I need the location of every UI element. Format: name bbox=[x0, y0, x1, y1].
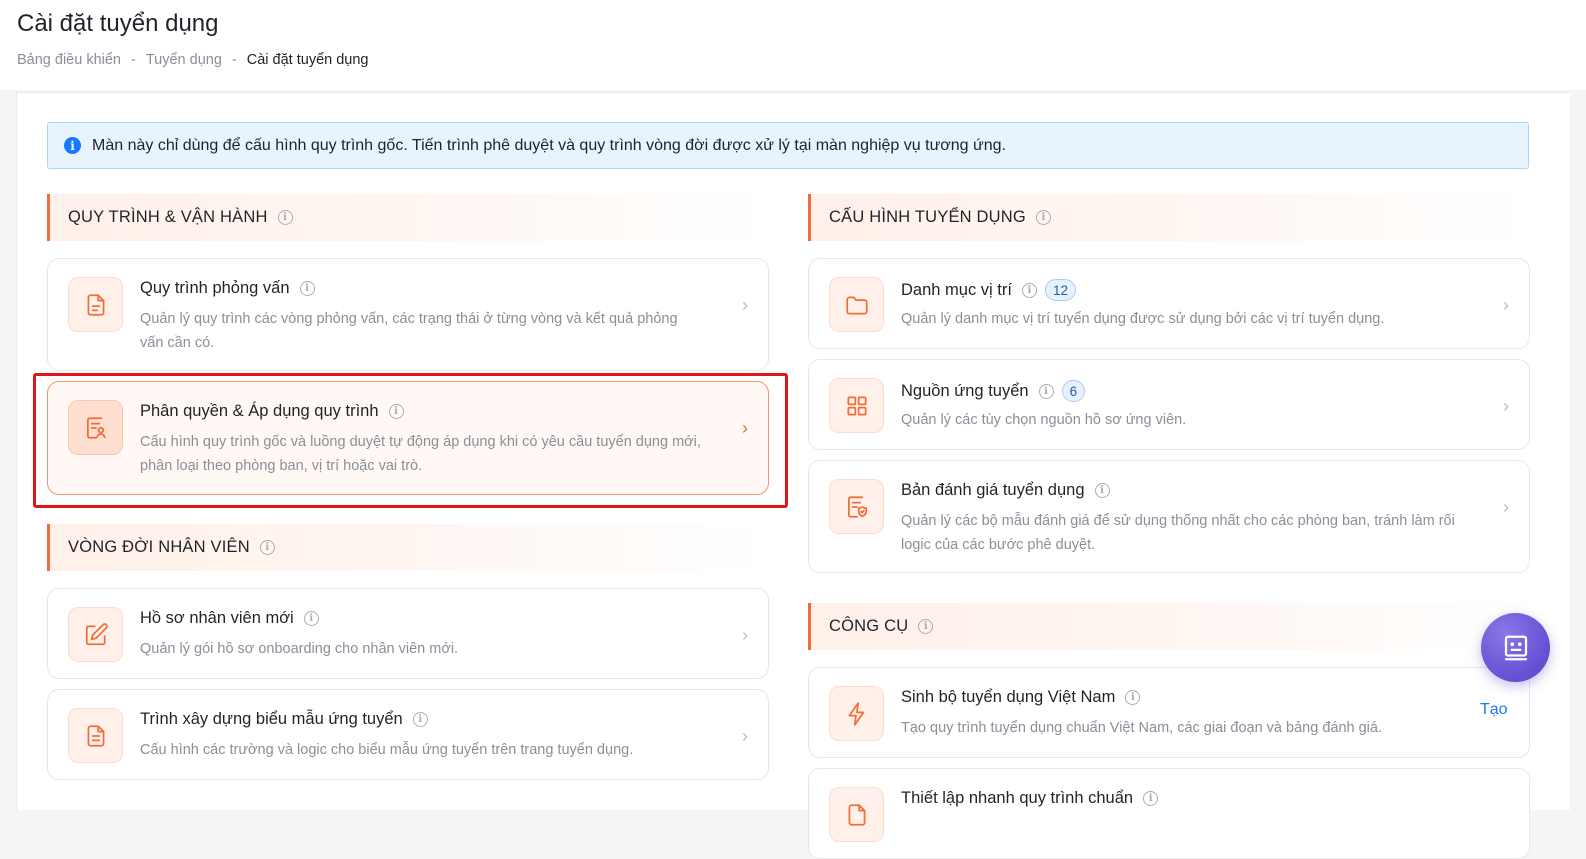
info-circle-icon[interactable]: i bbox=[303, 611, 319, 626]
section-title: QUY TRÌNH & VẬN HÀNH bbox=[68, 208, 268, 226]
card-description-line: phân loại theo phòng ban, vị trí hoặc va… bbox=[140, 458, 423, 474]
card-title-text: Sinh bộ tuyển dụng Việt Nam bbox=[901, 688, 1116, 706]
card-title-text: Danh mục vị trí bbox=[901, 280, 1012, 299]
chevron-right-icon: › bbox=[1503, 396, 1509, 416]
breadcrumb-separator: - bbox=[131, 52, 136, 68]
card-title-text: Thiết lập nhanh quy trình chuẩn bbox=[901, 789, 1134, 807]
info-circle-icon[interactable]: i bbox=[299, 281, 315, 296]
card-title-text: Bản đánh giá tuyển dụng bbox=[901, 481, 1085, 499]
breadcrumb-recruitment[interactable]: Tuyển dụng bbox=[146, 52, 222, 68]
create-button[interactable]: Tạo bbox=[1480, 701, 1508, 719]
breadcrumb: Bảng điều khiển - Tuyển dụng - Cài đặt t… bbox=[17, 52, 368, 68]
edit-icon bbox=[68, 607, 123, 662]
card-title: Sinh bộ tuyển dụng Việt Nam i bbox=[901, 688, 1141, 707]
card-title: Nguồn ứng tuyển i 6 bbox=[901, 380, 1086, 402]
card-position-catalog[interactable]: Danh mục vị trí i 12 Quản lý danh mục vị… bbox=[808, 258, 1530, 349]
info-circle-icon[interactable]: i bbox=[1021, 282, 1037, 298]
card-description-line: Quản lý danh mục vị trí tuyển dụng được … bbox=[901, 311, 1385, 327]
breadcrumb-dashboard[interactable]: Bảng điều khiển bbox=[17, 52, 121, 68]
folder-icon bbox=[829, 277, 884, 332]
chevron-right-icon: › bbox=[742, 295, 748, 315]
document-icon bbox=[829, 787, 884, 842]
section-title: CÔNG CỤ bbox=[829, 617, 909, 635]
chevron-right-icon: › bbox=[1503, 295, 1509, 315]
info-circle-icon[interactable]: i bbox=[259, 540, 275, 555]
section-title: CẤU HÌNH TUYỂN DỤNG bbox=[829, 208, 1026, 226]
card-permission-apply-process[interactable]: Phân quyền & Áp dụng quy trình i Cấu hìn… bbox=[47, 381, 769, 495]
chevron-right-icon: › bbox=[742, 418, 748, 438]
info-circle-icon[interactable]: i bbox=[412, 712, 428, 727]
section-title: VÒNG ĐỜI NHÂN VIÊN bbox=[68, 538, 250, 556]
document-icon bbox=[68, 277, 123, 332]
card-description-line: Cấu hình quy trình gốc và luồng duyệt tự… bbox=[140, 434, 701, 450]
card-description-line: logic của các bước phê duyệt. bbox=[901, 537, 1096, 553]
info-circle-icon[interactable]: i bbox=[1094, 483, 1110, 498]
section-header-tools: CÔNG CỤ i bbox=[808, 603, 1530, 650]
card-interview-process[interactable]: Quy trình phỏng vấn i Quản lý quy trình … bbox=[47, 258, 769, 371]
card-description: Cấu hình quy trình gốc và luồng duyệt tự… bbox=[140, 430, 701, 478]
card-title: Trình xây dựng biểu mẫu ứng tuyển i bbox=[140, 710, 428, 729]
chatbot-fab-button[interactable] bbox=[1481, 613, 1550, 682]
card-title-text: Trình xây dựng biểu mẫu ứng tuyển bbox=[140, 710, 403, 728]
card-description: Quản lý quy trình các vòng phỏng vấn, cá… bbox=[140, 307, 678, 355]
card-description-line: vấn cần có. bbox=[140, 335, 215, 351]
card-vietnam-recruitment-generator[interactable]: Sinh bộ tuyển dụng Việt Nam i Tạo quy tr… bbox=[808, 667, 1530, 758]
section-header-process: QUY TRÌNH & VẬN HÀNH i bbox=[47, 194, 769, 241]
breadcrumb-current: Cài đặt tuyển dụng bbox=[246, 52, 369, 68]
card-quick-setup-process[interactable]: Thiết lập nhanh quy trình chuẩn i bbox=[808, 768, 1530, 859]
robot-icon bbox=[1504, 635, 1527, 660]
info-circle-icon[interactable]: i bbox=[918, 619, 934, 634]
info-icon: i bbox=[64, 137, 81, 154]
card-description-line: Quản lý các bộ mẫu đánh giá để sử dụng t… bbox=[901, 513, 1455, 529]
card-description-line: Tạo quy trình tuyển dụng chuẩn Việt Nam,… bbox=[901, 720, 1382, 736]
form-icon bbox=[68, 708, 123, 763]
chevron-right-icon: › bbox=[1503, 497, 1509, 517]
card-description-line: Quản lý gói hồ sơ onboarding cho nhân vi… bbox=[140, 641, 459, 657]
info-circle-icon[interactable]: i bbox=[1035, 210, 1051, 225]
card-description: Quản lý các bộ mẫu đánh giá để sử dụng t… bbox=[901, 509, 1455, 557]
chevron-right-icon: › bbox=[742, 726, 748, 746]
page-title: Cài đặt tuyển dụng bbox=[17, 10, 219, 37]
card-title: Thiết lập nhanh quy trình chuẩn i bbox=[901, 789, 1159, 808]
card-title: Hồ sơ nhân viên mới i bbox=[140, 609, 319, 628]
count-badge: 6 bbox=[1061, 380, 1086, 402]
info-circle-icon[interactable]: i bbox=[277, 210, 293, 225]
card-title: Bản đánh giá tuyển dụng i bbox=[901, 481, 1110, 500]
card-application-source[interactable]: Nguồn ứng tuyển i 6 Quản lý các tùy chọn… bbox=[808, 359, 1530, 450]
card-title-text: Nguồn ứng tuyển bbox=[901, 381, 1029, 400]
card-title-text: Quy trình phỏng vấn bbox=[140, 279, 290, 297]
section-header-lifecycle: VÒNG ĐỜI NHÂN VIÊN i bbox=[47, 524, 769, 571]
info-alert: i Màn này chỉ dùng để cấu hình quy trình… bbox=[47, 122, 1529, 169]
card-description: Quản lý gói hồ sơ onboarding cho nhân vi… bbox=[140, 637, 458, 661]
card-application-form-builder[interactable]: Trình xây dựng biểu mẫu ứng tuyển i Cấu … bbox=[47, 689, 769, 780]
section-header-recruit-config: CẤU HÌNH TUYỂN DỤNG i bbox=[808, 194, 1530, 241]
card-description-line: Quản lý các tùy chọn nguồn hồ sơ ứng viê… bbox=[901, 412, 1187, 428]
shield-document-icon bbox=[829, 479, 884, 534]
card-description-line: Cấu hình các trường và logic cho biểu mẫ… bbox=[140, 742, 634, 758]
card-recruitment-evaluation[interactable]: Bản đánh giá tuyển dụng i Quản lý các bộ… bbox=[808, 460, 1530, 573]
info-circle-icon[interactable]: i bbox=[1038, 383, 1054, 399]
page-header: Cài đặt tuyển dụng Bảng điều khiển - Tuy… bbox=[0, 0, 1586, 90]
breadcrumb-separator: - bbox=[231, 52, 237, 68]
count-badge: 12 bbox=[1044, 279, 1076, 301]
card-title: Quy trình phỏng vấn i bbox=[140, 279, 315, 298]
card-description: Cấu hình các trường và logic cho biểu mẫ… bbox=[140, 738, 633, 762]
card-new-employee-profile[interactable]: Hồ sơ nhân viên mới i Quản lý gói hồ sơ … bbox=[47, 588, 769, 679]
info-circle-icon[interactable]: i bbox=[388, 404, 404, 419]
card-title-text: Hồ sơ nhân viên mới bbox=[140, 609, 294, 627]
card-title: Phân quyền & Áp dụng quy trình i bbox=[140, 402, 404, 421]
user-document-icon bbox=[68, 400, 123, 455]
info-circle-icon[interactable]: i bbox=[1125, 690, 1141, 705]
card-description-line: Quản lý quy trình các vòng phỏng vấn, cá… bbox=[140, 311, 678, 327]
info-alert-text: Màn này chỉ dùng để cấu hình quy trình g… bbox=[92, 136, 1006, 154]
chevron-right-icon: › bbox=[742, 625, 748, 645]
card-title-text: Phân quyền & Áp dụng quy trình bbox=[140, 402, 379, 420]
lightning-icon bbox=[829, 686, 884, 741]
info-circle-icon[interactable]: i bbox=[1143, 791, 1159, 806]
card-title: Danh mục vị trí i 12 bbox=[901, 279, 1076, 301]
card-description: Tạo quy trình tuyển dụng chuẩn Việt Nam,… bbox=[901, 716, 1382, 740]
card-description: Quản lý các tùy chọn nguồn hồ sơ ứng viê… bbox=[901, 408, 1186, 432]
grid-icon bbox=[829, 378, 884, 433]
card-description: Quản lý danh mục vị trí tuyển dụng được … bbox=[901, 307, 1384, 331]
